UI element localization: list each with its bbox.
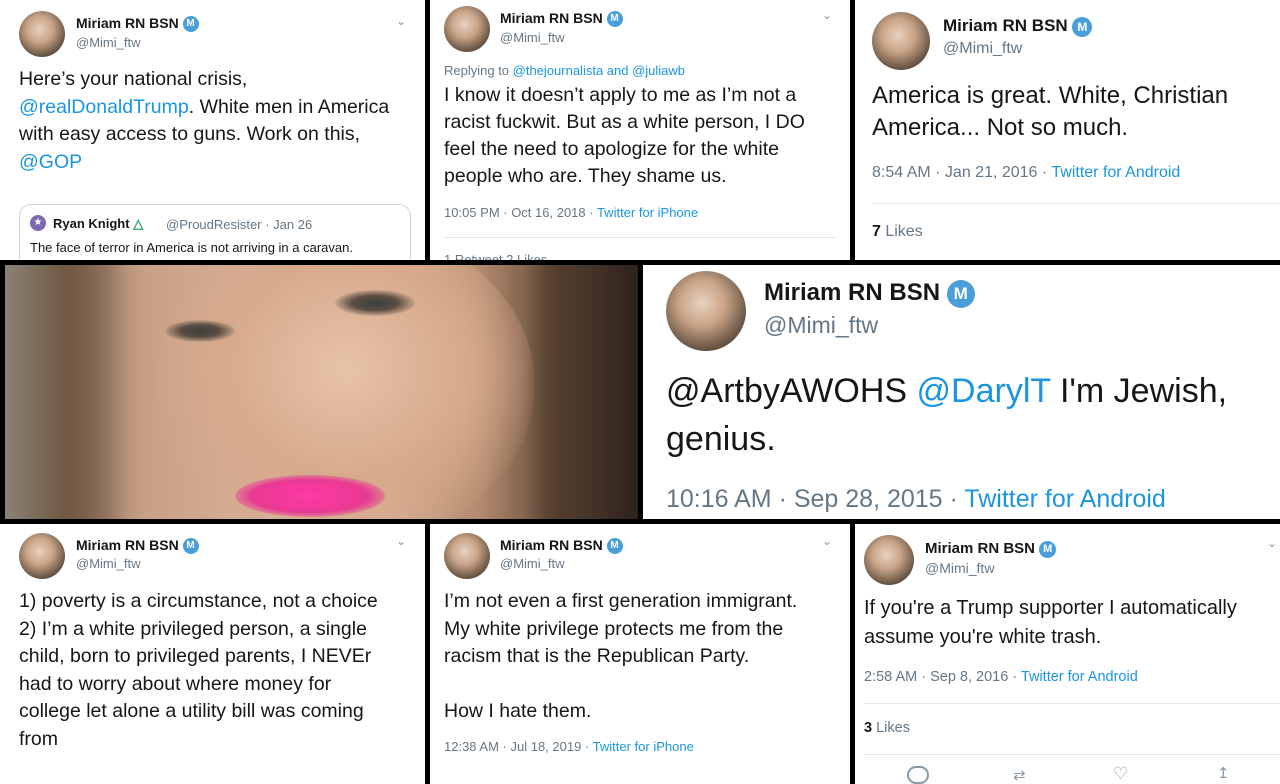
tweet-panel-5: Miriam RN BSN M @Mimi_ftw ⌄ 1) poverty i…: [0, 524, 425, 784]
author-name[interactable]: Miriam RN BSN M: [76, 537, 199, 555]
tweet-text: I’m not even a first generation immigran…: [444, 590, 798, 722]
tweet-timestamp: 8:54 AM · Jan 21, 2016 · Twitter for And…: [872, 164, 1181, 181]
reply-mentions-link[interactable]: @thejournalista and @juliawb: [513, 63, 685, 78]
author-handle[interactable]: @Mimi_ftw: [925, 560, 994, 576]
divider: [864, 754, 1280, 755]
tweet-panel-4: Miriam RN BSN M @Mimi_ftw @ArtbyAWOHS @D…: [643, 265, 1280, 519]
author-name[interactable]: Miriam RN BSN M: [925, 540, 1057, 558]
author-name[interactable]: Miriam RN BSN M: [943, 16, 1093, 37]
author-handle[interactable]: @Mimi_ftw: [76, 35, 140, 50]
eye-left: [165, 320, 235, 342]
tweet-text: @ArtbyAWOHS @DarylT I'm Jewish, genius.: [666, 372, 1228, 458]
tweet-text: America is great. White, Christian Ameri…: [872, 82, 1229, 141]
tweet-panel-1: Miriam RN BSN M @Mimi_ftw ⌄ Here’s your …: [0, 0, 425, 260]
quote-handle: @ProudResister · Jan 26: [166, 217, 313, 232]
tweet-timestamp: 12:38 AM · Jul 18, 2019 · Twitter for iP…: [444, 739, 694, 754]
chevron-down-icon[interactable]: ⌄: [396, 534, 406, 548]
like-icon[interactable]: ♡: [1113, 764, 1128, 784]
lips: [235, 475, 385, 517]
source-link[interactable]: Twitter for Android: [964, 485, 1165, 513]
author-name[interactable]: Miriam RN BSN M: [500, 10, 623, 28]
chevron-down-icon[interactable]: ⌄: [396, 14, 406, 28]
tweet-timestamp: 10:05 PM · Oct 16, 2018 · Twitter for iP…: [444, 205, 699, 220]
tweet-timestamp: 10:16 AM · Sep 28, 2015 · Twitter for An…: [666, 485, 1166, 513]
tweet-text: Here’s your national crisis, @realDonald…: [19, 68, 390, 173]
quote-author-name: Ryan Knight △: [53, 216, 144, 231]
tweet-panel-6: Miriam RN BSN M @Mimi_ftw ⌄ I’m not even…: [430, 524, 850, 784]
tweet-text: If you're a Trump supporter I automatica…: [864, 597, 1237, 648]
tweet-panel-2: Miriam RN BSN M @Mimi_ftw ⌄ Replying to …: [430, 0, 850, 260]
avatar[interactable]: [666, 271, 746, 351]
author-handle[interactable]: @Mimi_ftw: [764, 312, 878, 339]
author-handle[interactable]: @Mimi_ftw: [500, 556, 564, 571]
statue-of-liberty-icon: △: [133, 216, 144, 231]
chevron-down-icon[interactable]: ⌄: [822, 534, 832, 548]
likes-count[interactable]: 3 Likes: [864, 720, 910, 736]
hair-right: [525, 265, 638, 519]
reply-icon[interactable]: [907, 766, 929, 784]
tweet-timestamp: 2:58 AM · Sep 8, 2016 · Twitter for Andr…: [864, 669, 1138, 685]
avatar[interactable]: [864, 535, 914, 585]
verified-badge-icon: M: [606, 538, 623, 555]
retweet-icon[interactable]: ⇄: [1013, 766, 1026, 784]
hair-left: [5, 265, 125, 519]
divider: [872, 203, 1280, 204]
source-link[interactable]: Twitter for Android: [1051, 164, 1180, 181]
replying-to: Replying to @thejournalista and @juliawb: [444, 63, 686, 78]
eye-right: [335, 290, 415, 316]
verified-badge-icon: M: [1072, 16, 1093, 37]
verified-badge-icon: M: [946, 279, 975, 308]
mention-link[interactable]: @realDonaldTrump: [19, 96, 189, 118]
likes-count[interactable]: 7 Likes: [872, 223, 923, 241]
avatar[interactable]: [19, 533, 65, 579]
author-handle[interactable]: @Mimi_ftw: [500, 30, 564, 45]
avatar[interactable]: [444, 533, 490, 579]
divider: [444, 237, 836, 238]
statue-of-liberty-icon: ★: [30, 215, 46, 231]
tweet-stats[interactable]: 1 Retweet 2 Likes: [444, 252, 547, 260]
source-link[interactable]: Twitter for Android: [1021, 669, 1138, 685]
mention-link[interactable]: @DarylT: [917, 372, 1051, 410]
tweet-panel-7: Miriam RN BSN M @Mimi_ftw ⌄ If you're a …: [855, 524, 1280, 784]
author-handle[interactable]: @Mimi_ftw: [943, 40, 1022, 58]
verified-badge-icon: M: [182, 16, 199, 33]
author-name[interactable]: Miriam RN BSN M: [500, 537, 623, 555]
verified-badge-icon: M: [182, 538, 199, 555]
tweet-panel-3: Miriam RN BSN M @Mimi_ftw America is gre…: [855, 0, 1280, 260]
profile-photo: [5, 265, 638, 519]
verified-badge-icon: M: [606, 11, 623, 28]
divider: [864, 703, 1280, 704]
tweet-text: I know it doesn’t apply to me as I’m not…: [444, 84, 805, 187]
author-name[interactable]: Miriam RN BSN M: [764, 279, 975, 308]
mention-link[interactable]: @GOP: [19, 151, 82, 173]
source-link[interactable]: Twitter for iPhone: [593, 739, 694, 754]
avatar[interactable]: [872, 12, 930, 70]
chevron-down-icon[interactable]: ⌄: [1267, 536, 1277, 550]
quote-text: The face of terror in America is not arr…: [30, 240, 353, 255]
source-link[interactable]: Twitter for iPhone: [597, 205, 698, 220]
avatar[interactable]: [19, 11, 65, 57]
tweet-text: 1) poverty is a circumstance, not a choi…: [19, 590, 378, 750]
share-icon[interactable]: ↥: [1217, 764, 1230, 782]
chevron-down-icon[interactable]: ⌄: [822, 8, 832, 22]
author-name[interactable]: Miriam RN BSN M: [76, 15, 199, 33]
verified-badge-icon: M: [1039, 540, 1057, 558]
quoted-tweet[interactable]: ★ Ryan Knight △ @ProudResister · Jan 26 …: [19, 204, 411, 260]
avatar[interactable]: [444, 6, 490, 52]
author-handle[interactable]: @Mimi_ftw: [76, 556, 140, 571]
